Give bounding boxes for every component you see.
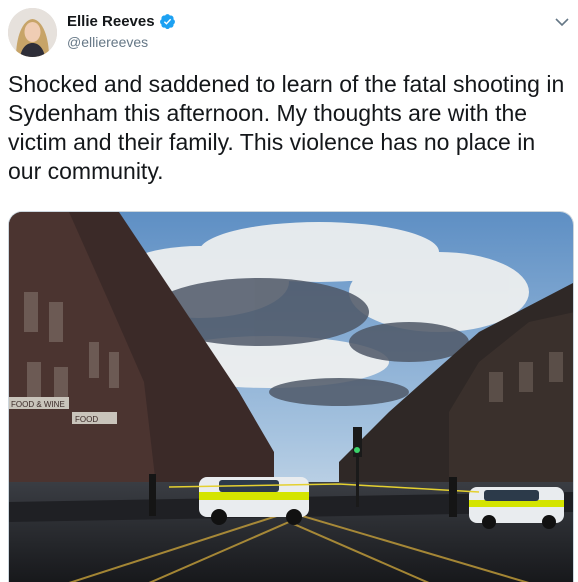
tweet-photo[interactable]: FOOD & WINE FOOD bbox=[8, 211, 574, 582]
avatar[interactable] bbox=[8, 8, 57, 57]
tweet-card: Ellie Reeves @elliereeves Shocked and sa… bbox=[0, 0, 578, 582]
tweet-text: Shocked and saddened to learn of the fat… bbox=[8, 71, 565, 184]
shop-sign-food: FOOD bbox=[75, 415, 98, 424]
verified-badge-icon bbox=[159, 14, 175, 30]
author-handle[interactable]: @elliereeves bbox=[67, 34, 148, 50]
avatar-image bbox=[8, 8, 57, 57]
shop-sign-food-wine: FOOD & WINE bbox=[11, 400, 65, 409]
street-scene-image: FOOD & WINE FOOD bbox=[9, 212, 573, 582]
author-name-row: Ellie Reeves bbox=[67, 13, 176, 30]
author-name[interactable]: Ellie Reeves bbox=[67, 13, 155, 30]
chevron-down-icon[interactable] bbox=[554, 14, 570, 30]
